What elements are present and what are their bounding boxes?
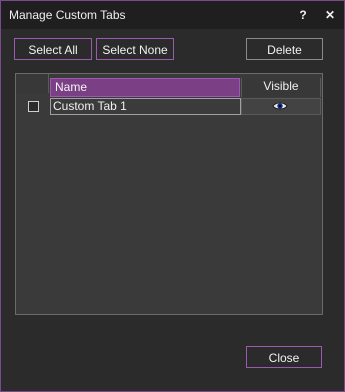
visible-cell[interactable] <box>241 98 321 115</box>
help-button[interactable]: ? <box>294 5 312 25</box>
name-column-header[interactable]: Name <box>50 78 240 97</box>
dialog-title: Manage Custom Tabs <box>9 8 126 22</box>
checkbox-column-header <box>16 74 49 93</box>
close-window-button[interactable]: ✕ <box>321 5 339 25</box>
table-row[interactable]: Custom Tab 1 <box>16 98 322 116</box>
row-checkbox[interactable] <box>28 101 39 112</box>
custom-tabs-table: Name Visible Custom Tab 1 <box>15 73 323 315</box>
delete-button[interactable]: Delete <box>246 38 323 60</box>
select-none-button[interactable]: Select None <box>96 38 174 60</box>
manage-custom-tabs-dialog: Manage Custom Tabs ? ✕ Select All Select… <box>0 0 345 392</box>
titlebar: Manage Custom Tabs ? ✕ <box>1 1 344 29</box>
close-button[interactable]: Close <box>246 346 322 368</box>
visible-column-header[interactable]: Visible <box>241 78 321 97</box>
tab-name-cell[interactable]: Custom Tab 1 <box>50 98 241 115</box>
eye-icon[interactable] <box>272 101 288 111</box>
select-all-button[interactable]: Select All <box>14 38 92 60</box>
